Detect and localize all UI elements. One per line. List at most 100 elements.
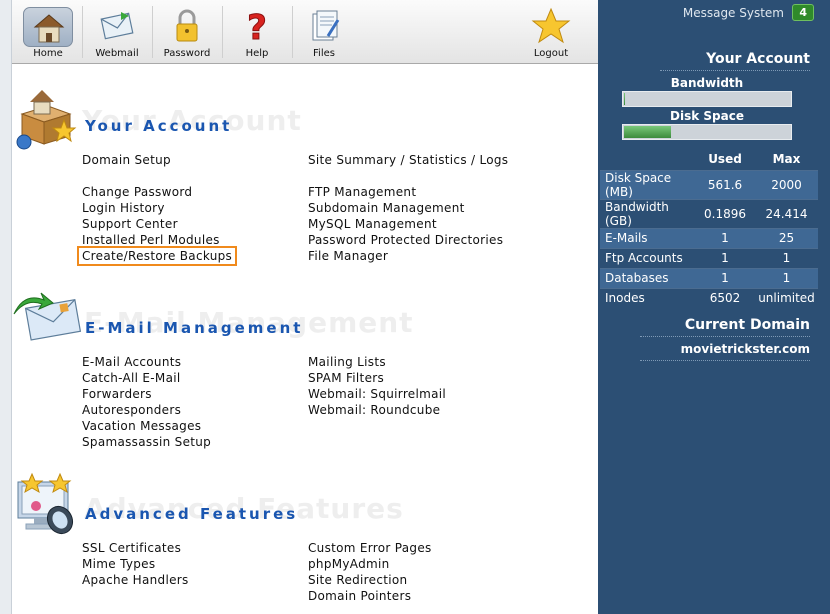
- email-section-title: E-Mail Management: [85, 319, 304, 337]
- panel-title: Your Account: [706, 51, 810, 67]
- link-custom-error-pages[interactable]: Custom Error Pages: [308, 541, 432, 555]
- link-domain-setup[interactable]: Domain Setup: [82, 153, 171, 167]
- table-row: Disk Space (MB) 561.6 2000: [600, 169, 818, 199]
- link-ssl-certificates[interactable]: SSL Certificates: [82, 541, 181, 555]
- divider: [640, 360, 810, 361]
- link-site-redirection[interactable]: Site Redirection: [308, 573, 407, 587]
- link-webmail-squirrelmail[interactable]: Webmail: Squirrelmail: [308, 387, 446, 401]
- row-label: Databases: [600, 267, 695, 288]
- link-phpmyadmin[interactable]: phpMyAdmin: [308, 557, 390, 571]
- help-label: Help: [245, 48, 269, 59]
- account-box-icon: [12, 86, 77, 150]
- link-autoresponders[interactable]: Autoresponders: [82, 403, 181, 417]
- webmail-label: Webmail: [95, 48, 139, 59]
- table-header-max: Max: [772, 151, 801, 166]
- password-label: Password: [163, 48, 211, 59]
- star-icon: [531, 6, 571, 46]
- message-system-link[interactable]: Message System: [683, 6, 784, 20]
- row-label: Ftp Accounts: [600, 247, 695, 268]
- row-label: Disk Space (MB): [600, 169, 695, 199]
- toolbar-separator: [292, 6, 293, 58]
- table-row: Databases 1 1: [600, 267, 818, 288]
- envelope-icon: [97, 6, 137, 46]
- link-support-center[interactable]: Support Center: [82, 217, 178, 231]
- row-used: 561.6: [695, 169, 755, 199]
- webmail-button[interactable]: Webmail: [86, 0, 148, 64]
- house-icon: [23, 7, 73, 47]
- link-spam-filters[interactable]: SPAM Filters: [308, 371, 384, 385]
- link-mailing-lists[interactable]: Mailing Lists: [308, 355, 386, 369]
- link-email-accounts[interactable]: E-Mail Accounts: [82, 355, 181, 369]
- link-mime-types[interactable]: Mime Types: [82, 557, 155, 571]
- files-button[interactable]: Files: [296, 0, 352, 64]
- disk-space-bar: [622, 124, 792, 140]
- table-row: Bandwidth (GB) 0.1896 24.414: [600, 198, 818, 228]
- toolbar-separator: [82, 6, 83, 58]
- link-login-history[interactable]: Login History: [82, 201, 165, 215]
- link-site-summary[interactable]: Site Summary / Statistics / Logs: [308, 153, 508, 167]
- link-create-restore-backups[interactable]: Create/Restore Backups: [76, 246, 238, 266]
- link-file-manager[interactable]: File Manager: [308, 249, 388, 263]
- table-row: Inodes 6502 unlimited: [600, 287, 818, 308]
- toolbar-separator: [152, 6, 153, 58]
- padlock-icon: [167, 6, 207, 46]
- files-icon: [304, 6, 344, 46]
- message-count-badge[interactable]: 4: [792, 4, 814, 21]
- link-installed-perl-modules[interactable]: Installed Perl Modules: [82, 233, 220, 247]
- row-used: 6502: [695, 287, 755, 308]
- row-label: Inodes: [600, 287, 695, 308]
- link-apache-handlers[interactable]: Apache Handlers: [82, 573, 189, 587]
- link-forwarders[interactable]: Forwarders: [82, 387, 152, 401]
- link-ftp-management[interactable]: FTP Management: [308, 185, 416, 199]
- bandwidth-bar: [622, 91, 792, 107]
- toolbar-separator: [222, 6, 223, 58]
- row-max: 25: [755, 227, 818, 248]
- row-max: 2000: [755, 169, 818, 199]
- link-vacation-messages[interactable]: Vacation Messages: [82, 419, 201, 433]
- row-max: 1: [755, 267, 818, 288]
- account-panel: Message System 4 Your Account Bandwidth …: [598, 0, 830, 614]
- link-spamassassin-setup[interactable]: Spamassassin Setup: [82, 435, 211, 449]
- disk-space-label: Disk Space: [670, 109, 744, 123]
- logout-label: Logout: [533, 48, 569, 59]
- toolbar: Home Webmail Password ? Help Files Logou…: [12, 0, 598, 64]
- row-used: 1: [695, 247, 755, 268]
- link-webmail-roundcube[interactable]: Webmail: Roundcube: [308, 403, 440, 417]
- left-edge: [0, 0, 12, 614]
- question-mark-icon: ?: [237, 6, 277, 49]
- row-label: Bandwidth (GB): [600, 198, 695, 228]
- home-label: Home: [33, 48, 63, 59]
- disk-space-bar-fill: [624, 126, 672, 138]
- table-header-used: Used: [708, 151, 742, 166]
- files-label: Files: [313, 48, 335, 59]
- row-max: 1: [755, 247, 818, 268]
- current-domain: movietrickster.com: [680, 342, 810, 356]
- row-used: 0.1896: [695, 198, 755, 228]
- link-subdomain-management[interactable]: Subdomain Management: [308, 201, 465, 215]
- logout-button[interactable]: Logout: [520, 0, 582, 64]
- row-max: unlimited: [755, 287, 818, 308]
- svg-text:?: ?: [247, 8, 267, 46]
- table-header-blank: [600, 148, 695, 170]
- help-button[interactable]: ? Help: [226, 0, 288, 64]
- link-domain-pointers[interactable]: Domain Pointers: [308, 589, 411, 603]
- advanced-features-icon: [12, 472, 74, 535]
- row-max: 24.414: [755, 198, 818, 228]
- home-button[interactable]: Home: [18, 0, 78, 64]
- bandwidth-label: Bandwidth: [670, 76, 744, 90]
- email-section-icon: [12, 290, 82, 350]
- account-section-title: Your Account: [85, 117, 233, 135]
- bandwidth-bar-fill: [624, 93, 626, 105]
- current-domain-title: Current Domain: [684, 317, 810, 333]
- usage-table: Used Max Disk Space (MB) 561.6 2000 Band…: [600, 148, 818, 308]
- divider: [660, 70, 810, 71]
- row-label: E-Mails: [600, 227, 695, 248]
- row-used: 1: [695, 227, 755, 248]
- link-change-password[interactable]: Change Password: [82, 185, 192, 199]
- link-mysql-management[interactable]: MySQL Management: [308, 217, 437, 231]
- table-row: E-Mails 1 25: [600, 227, 818, 248]
- link-catch-all-email[interactable]: Catch-All E-Mail: [82, 371, 181, 385]
- advanced-section-title: Advanced Features: [85, 505, 299, 523]
- password-button[interactable]: Password: [156, 0, 218, 64]
- link-password-protected-directories[interactable]: Password Protected Directories: [308, 233, 503, 247]
